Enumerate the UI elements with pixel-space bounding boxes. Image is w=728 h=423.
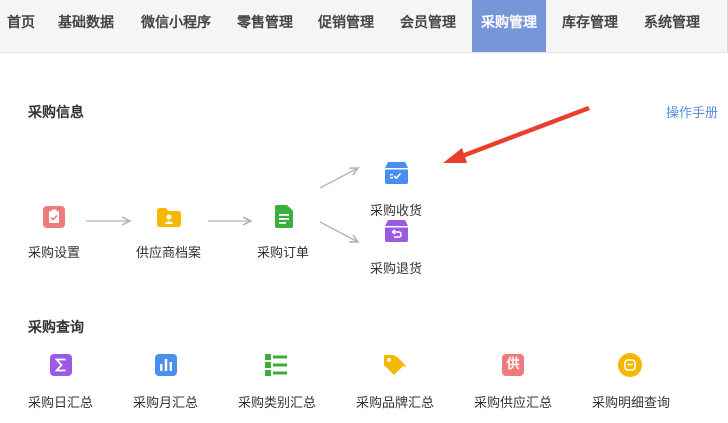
inbox-return-icon — [385, 220, 408, 242]
query-item-label: 采购品牌汇总 — [356, 396, 435, 411]
sigma-icon — [50, 354, 72, 376]
nav-item-member[interactable]: 会员管理 — [390, 0, 466, 52]
folder-user-icon — [157, 208, 181, 227]
query-item-label: 采购日汇总 — [28, 396, 94, 411]
nav-item-wechat-miniprogram[interactable]: 微信小程序 — [130, 0, 222, 52]
query-item-brand-summary[interactable]: 采购品牌汇总 — [350, 350, 446, 414]
nav-item-purchase[interactable]: 采购管理 — [472, 0, 546, 52]
clipboard-check-icon — [43, 206, 65, 228]
document-icon — [275, 205, 293, 228]
nav-item-home[interactable]: 首页 — [0, 0, 42, 52]
query-item-category-summary[interactable]: 采购类别汇总 — [232, 350, 328, 414]
flow-item-supplier-archive[interactable]: 供应商档案 — [130, 200, 210, 264]
nav-item-promotion[interactable]: 促销管理 — [308, 0, 384, 52]
supply-char-icon: 供 — [502, 354, 524, 376]
nav-item-system[interactable]: 系统管理 — [634, 0, 710, 52]
section-title-purchase-info: 采购信息 — [28, 105, 84, 121]
red-pointer-arrow — [443, 106, 590, 163]
section-title-purchase-query: 采购查询 — [28, 320, 84, 336]
nav-item-inventory[interactable]: 库存管理 — [552, 0, 628, 52]
query-item-label: 采购类别汇总 — [238, 396, 317, 411]
flow-item-label: 采购设置 — [28, 246, 81, 261]
flow-item-purchase-settings[interactable]: 采购设置 — [20, 200, 90, 264]
query-item-label: 采购月汇总 — [133, 396, 199, 411]
manual-link[interactable]: 操作手册 — [666, 102, 718, 121]
flow-item-label: 采购退货 — [370, 262, 423, 277]
query-item-daily-summary[interactable]: 采购日汇总 — [20, 350, 104, 414]
tag-icon — [384, 355, 406, 375]
bar-chart-icon — [155, 354, 177, 376]
query-item-monthly-summary[interactable]: 采购月汇总 — [126, 350, 210, 414]
top-nav: 首页 基础数据 微信小程序 零售管理 促销管理 会员管理 采购管理 库存管理 系… — [0, 0, 728, 53]
flow-item-purchase-return[interactable]: 采购退货 — [362, 216, 432, 277]
nav-item-retail[interactable]: 零售管理 — [228, 0, 302, 52]
nav-item-basic-data[interactable]: 基础数据 — [48, 0, 124, 52]
flow-item-purchase-receipt[interactable]: 采购收货 — [362, 158, 432, 219]
flow-item-label: 采购订单 — [257, 246, 310, 261]
query-item-label: 采购明细查询 — [592, 396, 671, 411]
query-item-label: 采购供应汇总 — [474, 396, 553, 411]
flow-item-label: 供应商档案 — [136, 246, 202, 261]
query-item-detail-query[interactable]: 采购明细查询 — [586, 350, 682, 414]
category-list-icon — [265, 354, 287, 376]
inbox-check-icon — [385, 162, 408, 184]
detail-circle-icon — [618, 353, 642, 377]
flow-item-purchase-order[interactable]: 采购订单 — [250, 200, 320, 264]
query-item-supply-summary[interactable]: 供 采购供应汇总 — [468, 350, 564, 414]
